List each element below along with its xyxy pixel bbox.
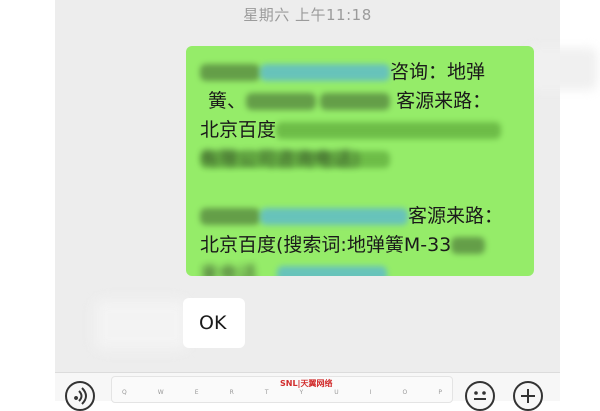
line5-text: 客源来路： [408,205,504,227]
key[interactable]: R [230,389,234,396]
key[interactable]: O [403,389,408,396]
key[interactable]: I [370,389,372,396]
line1-text: 咨询：地弹 [390,61,486,83]
message-line-4: 有限公司咨询电话) [200,145,524,174]
key[interactable]: Q [122,389,127,396]
redacted-name [200,64,260,81]
key[interactable]: E [195,389,199,396]
redacted-model [451,237,486,254]
redacted-phone-3 [277,266,388,276]
emoji-icon[interactable] [465,381,495,411]
chat-pane: 星期六 上午11:18 咨询：地弹 簧、 客源来路： 北京百度 有限公司咨询电话… [55,0,597,372]
redacted-name-2 [200,208,260,225]
line2-text: 客源来路： [396,90,492,112]
contact-avatar[interactable] [95,300,187,350]
plus-icon[interactable] [513,381,543,411]
key[interactable]: W [158,389,164,396]
message-line-5: 客源来路： [200,202,524,231]
key[interactable]: T [265,389,269,396]
message-line-7: 来电话 [200,260,524,276]
line6-text: 北京百度(搜索词:地弹簧M-33 [200,234,452,256]
message-line-1: 咨询：地弹 [200,58,524,87]
message-line-2: 簧、 客源来路： [208,90,492,112]
redacted-source [276,122,502,139]
brand-watermark: SNL|天翼网络 [280,379,333,388]
received-message-text: OK [199,312,227,334]
key[interactable]: P [438,389,442,396]
message-line-6: 北京百度(搜索词:地弹簧M-33 [200,231,524,260]
redacted-phone [260,64,390,81]
key[interactable]: U [334,389,338,396]
redacted-product-2 [320,93,391,110]
voice-icon[interactable] [65,381,95,411]
self-avatar[interactable] [527,48,597,90]
input-bar: SNL|天翼网络 Q W E R T Y U I O P [55,372,560,411]
message-line-3: 北京百度 [200,116,524,145]
sent-message-bubble[interactable]: 咨询：地弹 簧、 客源来路： 北京百度 有限公司咨询电话) 客源来路： 北京百度… [186,46,534,276]
key[interactable]: Y [300,389,304,396]
redacted-product [246,93,317,110]
line3-text: 北京百度 [200,119,277,141]
keyboard-keys: Q W E R T Y U I O P [122,389,442,396]
timestamp: 星期六 上午11:18 [243,6,372,24]
line4-text: 有限公司咨询电话) [200,148,360,170]
received-message-bubble[interactable]: OK [183,298,245,348]
redacted-phone-2 [260,208,408,225]
keyboard-preview[interactable]: SNL|天翼网络 Q W E R T Y U I O P [111,376,453,403]
line7-text: 来电话 [200,263,258,276]
